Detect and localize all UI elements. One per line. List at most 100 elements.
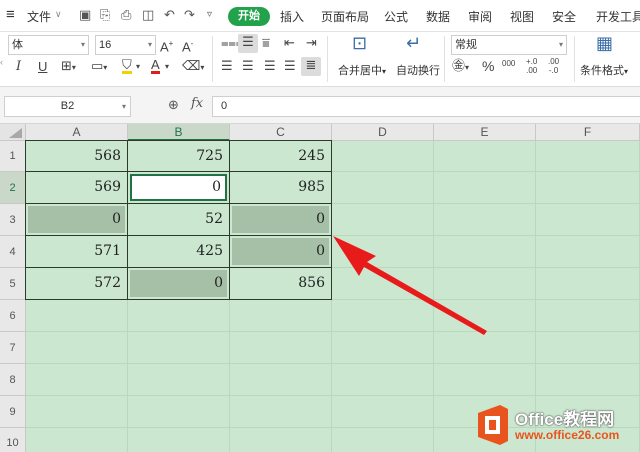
column-header-c[interactable]: C xyxy=(230,124,332,141)
align-right-icon[interactable]: ☰ xyxy=(264,58,276,74)
percent-style-icon[interactable]: % xyxy=(482,58,494,74)
borders-icon[interactable]: ⊞▾ xyxy=(61,58,76,76)
font-size-value: 16 xyxy=(99,39,112,51)
row-header-4[interactable]: 4 xyxy=(0,236,26,268)
underline-icon[interactable]: U xyxy=(38,59,47,75)
chevron-down-icon: ▾ xyxy=(147,40,152,49)
currency-format-icon[interactable]: ㊎▾ xyxy=(452,58,469,76)
align-left-icon[interactable]: ☰ xyxy=(221,58,233,74)
tab-insert[interactable]: 插入 xyxy=(280,8,304,25)
grid-line xyxy=(26,331,640,332)
menu-bar: ≡ 文件 ∨ ▣ ⎘ ⎙ ◫ ↶ ↷ ▿ 开始 插入 页面布局 公式 数据 审阅… xyxy=(0,0,640,32)
save-icon[interactable]: ▣ xyxy=(79,7,91,23)
print-icon[interactable]: ⎙ xyxy=(121,7,131,23)
zoom-formula-icon[interactable]: ⊕ xyxy=(168,97,179,113)
column-header-f[interactable]: F xyxy=(536,124,640,141)
italic-icon[interactable]: I xyxy=(16,59,21,75)
conditional-format-button[interactable]: 条件格式▾ xyxy=(580,62,628,78)
hamburger-menu-icon[interactable]: ≡ xyxy=(6,6,15,23)
row-header-9[interactable]: 9 xyxy=(0,396,26,428)
fill-color-icon[interactable]: ⛉ xyxy=(122,58,132,74)
font-color-dropdown-icon[interactable]: ▾ xyxy=(165,59,169,75)
align-middle-icon[interactable]: ☰ xyxy=(238,34,258,53)
row-header-3[interactable]: 3 xyxy=(0,204,26,236)
column-header-d[interactable]: D xyxy=(332,124,434,141)
grid-line xyxy=(26,395,640,396)
tab-page-layout[interactable]: 页面布局 xyxy=(321,8,369,25)
chevron-down-icon: ▾ xyxy=(624,67,629,76)
ribbon-separator xyxy=(444,36,445,82)
file-dropdown-icon[interactable]: ∨ xyxy=(55,9,62,20)
merge-center-label: 合并居中 xyxy=(338,65,382,77)
cell-border xyxy=(127,267,230,300)
fill-color-dropdown-icon[interactable]: ▾ xyxy=(136,59,140,75)
column-header-a[interactable]: A xyxy=(26,124,128,141)
font-name-select[interactable]: 体 ▾ xyxy=(8,35,89,55)
font-color-icon[interactable]: A xyxy=(151,58,160,74)
align-center-icon[interactable]: ☰ xyxy=(242,58,254,74)
watermark-brand: Office教程网 xyxy=(515,410,615,429)
chevron-down-icon: ▾ xyxy=(382,67,387,76)
cell-border xyxy=(127,235,230,268)
conditional-format-label: 条件格式 xyxy=(580,65,624,77)
chevron-down-icon: ▾ xyxy=(121,102,126,111)
watermark: Office教程网 www.office26.com xyxy=(470,403,640,449)
column-header-e[interactable]: E xyxy=(434,124,536,141)
cell-style-icon[interactable]: ▭▾ xyxy=(91,58,107,76)
select-all-corner[interactable] xyxy=(0,124,26,141)
print-preview-icon[interactable]: ◫ xyxy=(142,7,154,23)
row-header-6[interactable]: 6 xyxy=(0,300,26,332)
tab-data[interactable]: 数据 xyxy=(426,8,450,25)
name-box-value: B2 xyxy=(60,100,75,112)
comma-style-icon[interactable]: 000 xyxy=(502,60,515,68)
row-header-2[interactable]: 2 xyxy=(0,172,26,204)
cell-border xyxy=(229,140,332,172)
justify-icon[interactable]: ☰ xyxy=(284,58,296,74)
decrease-font-size-icon[interactable]: A- xyxy=(182,36,193,55)
formula-input[interactable]: 0 xyxy=(212,96,640,117)
undo-icon[interactable]: ↶ xyxy=(164,7,175,23)
wrap-text-icon[interactable]: ↵ xyxy=(406,34,421,52)
increase-decimal-icon[interactable]: +.0 .00 xyxy=(526,57,537,75)
cell-border xyxy=(25,267,128,300)
file-menu[interactable]: 文件 xyxy=(27,8,51,25)
row-header-10[interactable]: 10 xyxy=(0,428,26,452)
merge-center-button[interactable]: 合并居中▾ xyxy=(338,62,386,78)
row-header-1[interactable]: 1 xyxy=(0,141,26,172)
increase-indent-icon[interactable]: ⇥ xyxy=(306,35,317,51)
tab-developer[interactable]: 开发工具 xyxy=(596,8,640,25)
align-bottom-icon[interactable]: ⩸ xyxy=(262,35,270,51)
wrap-text-button[interactable]: 自动换行 xyxy=(396,62,440,78)
ribbon-toolbar: ‹ 体 ▾ 16 ▾ A+ A- I U ⊞▾ ▭▾ ⛉ ▾ A ▾ ⌫▾ ⩶ … xyxy=(0,32,640,87)
redo-icon[interactable]: ↷ xyxy=(184,7,195,23)
tab-view[interactable]: 视图 xyxy=(510,8,534,25)
customize-quick-access-icon[interactable]: ▿ xyxy=(207,9,212,20)
export-icon[interactable]: ⎘ xyxy=(100,7,110,23)
increase-font-size-icon[interactable]: A+ xyxy=(160,36,173,55)
clear-format-icon[interactable]: ⌫▾ xyxy=(182,58,204,76)
insert-function-icon[interactable]: fx xyxy=(191,96,203,111)
decrease-decimal-icon[interactable]: .00 -.0 xyxy=(548,57,559,75)
row-header-8[interactable]: 8 xyxy=(0,364,26,396)
ribbon-scroll-left-icon[interactable]: ‹ xyxy=(0,54,3,70)
merge-center-icon[interactable]: ⊡ xyxy=(352,34,367,52)
chevron-down-icon: ▾ xyxy=(80,40,85,49)
conditional-format-icon[interactable]: ▦ xyxy=(596,34,613,52)
decrease-indent-icon[interactable]: ⇤ xyxy=(284,35,295,51)
tab-security[interactable]: 安全 xyxy=(552,8,576,25)
row-header-5[interactable]: 5 xyxy=(0,268,26,300)
tab-start[interactable]: 开始 xyxy=(228,7,270,26)
number-format-select[interactable]: 常规 ▾ xyxy=(451,35,567,55)
name-box[interactable]: B2 ▾ xyxy=(4,96,131,117)
font-name-value: 体 xyxy=(12,39,23,51)
font-size-select[interactable]: 16 ▾ xyxy=(95,35,156,55)
tab-review[interactable]: 审阅 xyxy=(468,8,492,25)
grid-line xyxy=(433,141,434,452)
tab-formulas[interactable]: 公式 xyxy=(384,8,408,25)
distributed-align-icon[interactable]: ≣ xyxy=(301,57,321,76)
cell-border xyxy=(127,203,230,236)
cell-border xyxy=(25,140,128,172)
column-header-b[interactable]: B xyxy=(128,124,230,141)
cell-border xyxy=(25,235,128,268)
row-header-7[interactable]: 7 xyxy=(0,332,26,364)
